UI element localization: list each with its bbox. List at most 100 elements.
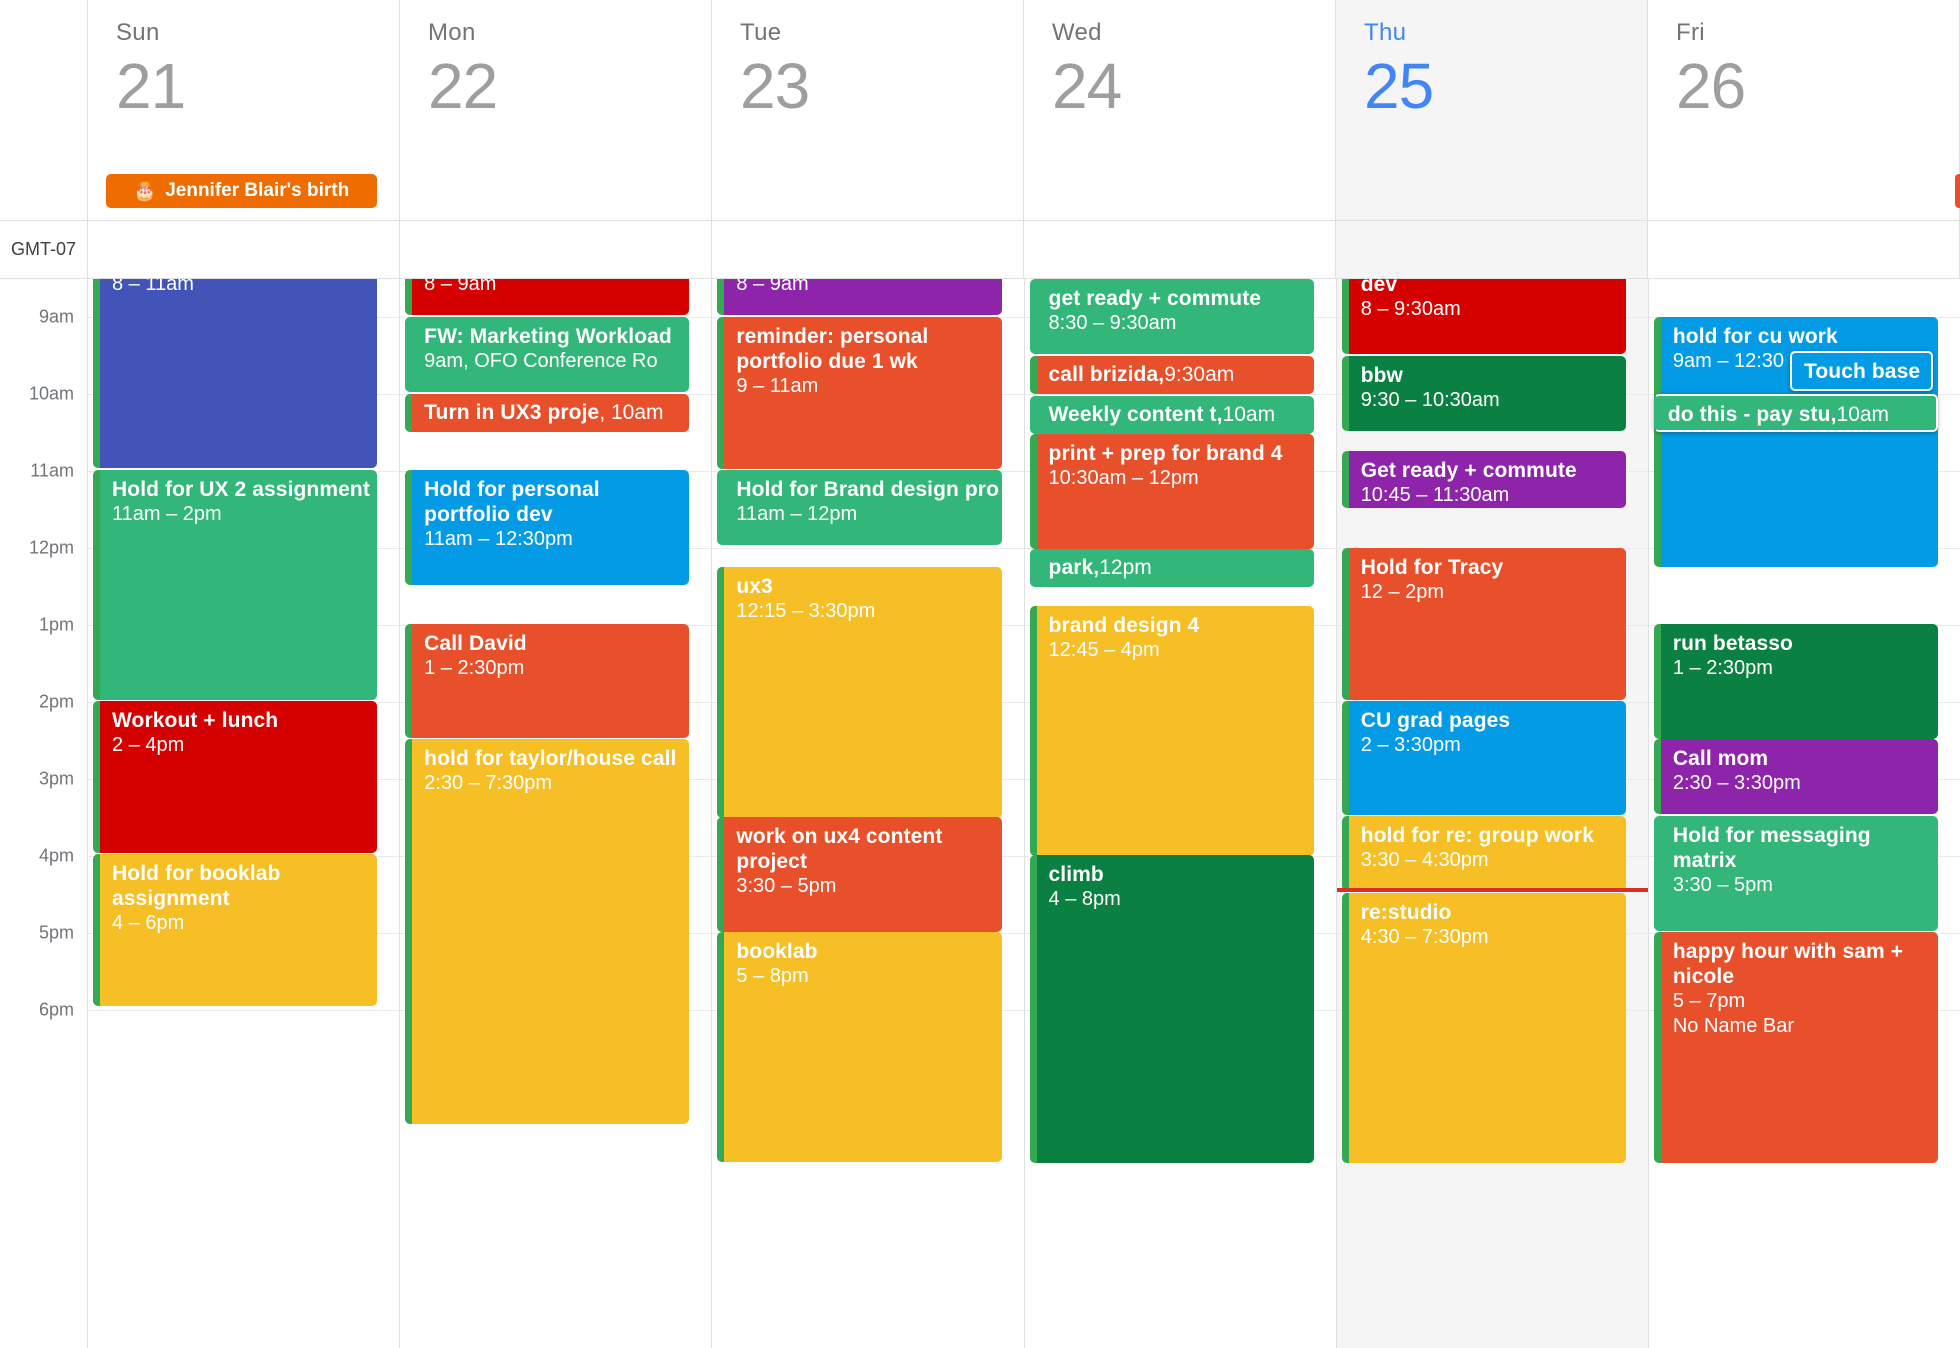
event-time: 10am bbox=[611, 401, 664, 424]
event-time: 2 – 3:30pm bbox=[1360, 734, 1461, 756]
event-block[interactable]: Hold for workload manag 8 – 9am bbox=[717, 279, 1002, 315]
floating-event-touch-base[interactable]: Touch base bbox=[1790, 351, 1933, 391]
event-title: booklab bbox=[736, 940, 818, 963]
day-number[interactable]: 23 bbox=[740, 50, 1023, 122]
event-block[interactable]: Hold for messaging matrix 3:30 – 5pm bbox=[1653, 816, 1939, 931]
event-time: 10am bbox=[1222, 403, 1276, 426]
event-time: 8 – 9:30am bbox=[1360, 298, 1461, 320]
event-block[interactable]: hold for re: group work 3:30 – 4:30pm bbox=[1341, 816, 1626, 891]
event-block[interactable]: call brizida, 9:30am bbox=[1029, 356, 1314, 394]
event-block[interactable]: reminder: personal portfolio due 1 wk 9 … bbox=[717, 317, 1002, 469]
event-title: reminder: personal portfolio due 1 wk bbox=[736, 325, 929, 373]
day-column-tue[interactable]: Hold for workload manag 8 – 9am reminder… bbox=[712, 279, 1025, 1348]
day-column-thu[interactable]: Hold for Leeds content dev 8 – 9:30am bb… bbox=[1336, 279, 1649, 1348]
event-block[interactable]: climb 4 – 8pm bbox=[1029, 855, 1314, 1163]
event-block[interactable]: bbw 9:30 – 10:30am bbox=[1341, 356, 1626, 431]
day-columns: Hold for UX 1 assignemnt 8 – 11am Hold f… bbox=[88, 279, 1960, 1348]
day-column-mon[interactable]: Hold for messaging matr 8 – 9am FW: Mark… bbox=[400, 279, 713, 1348]
event-block[interactable]: FW: Marketing Workload 9am, OFO Conferen… bbox=[405, 317, 690, 392]
day-column-fri[interactable]: hold for cu work 9am – 12:30 do this - p… bbox=[1648, 279, 1960, 1348]
event-time: 2:30 – 7:30pm bbox=[424, 772, 553, 794]
event-block[interactable]: Call mom 2:30 – 3:30pm bbox=[1653, 739, 1939, 814]
day-number[interactable]: 26 bbox=[1676, 50, 1959, 122]
time-label: 10am bbox=[28, 383, 74, 404]
day-header-thu[interactable]: Thu 25 bbox=[1336, 0, 1648, 221]
event-block[interactable]: Hold for booklab assignment 4 – 6pm bbox=[93, 854, 378, 1006]
allday-slot-thu[interactable] bbox=[1336, 221, 1648, 279]
day-column-sun[interactable]: Hold for UX 1 assignemnt 8 – 11am Hold f… bbox=[88, 279, 401, 1348]
day-header-sun[interactable]: Sun 21 🎂 Jennifer Blair's birth bbox=[88, 0, 400, 221]
allday-slot-wed[interactable] bbox=[1024, 221, 1336, 279]
event-block[interactable]: hold for taylor/house call 2:30 – 7:30pm bbox=[405, 739, 690, 1124]
day-header-wed[interactable]: Wed 24 bbox=[1024, 0, 1336, 221]
day-number[interactable]: 22 bbox=[428, 50, 711, 122]
day-number[interactable]: 25 bbox=[1364, 50, 1647, 122]
event-block[interactable]: Call David 1 – 2:30pm bbox=[405, 624, 690, 738]
event-block[interactable]: ux3 12:15 – 3:30pm bbox=[717, 567, 1002, 818]
header-gutter bbox=[0, 0, 88, 221]
event-title: work on ux4 content project bbox=[736, 825, 943, 873]
day-header-mon[interactable]: Mon 22 bbox=[400, 0, 712, 221]
event-time: 9 – 11am bbox=[736, 375, 819, 397]
day-of-week-label: Wed bbox=[1052, 19, 1102, 46]
event-block[interactable]: happy hour with sam + nicole 5 – 7pm No … bbox=[1653, 932, 1939, 1163]
event-block[interactable]: Hold for Tracy 12 – 2pm bbox=[1341, 548, 1626, 700]
day-number[interactable]: 21 bbox=[116, 50, 399, 122]
event-block[interactable]: re:studio 4:30 – 7:30pm bbox=[1341, 893, 1626, 1163]
timezone-label: GMT-07 bbox=[0, 221, 88, 279]
event-block[interactable]: do this - pay stu, 10am bbox=[1653, 394, 1939, 432]
day-of-week-label: Fri bbox=[1676, 19, 1705, 46]
event-time: 9am, OFO Conference Ro bbox=[424, 350, 658, 372]
week-header: Sun 21 🎂 Jennifer Blair's birth Mon 22 T… bbox=[0, 0, 1960, 221]
event-title: Hold for booklab assignment bbox=[112, 862, 281, 910]
event-block[interactable]: Get ready + commute 10:45 – 11:30am bbox=[1341, 451, 1626, 508]
event-block[interactable]: Hold for personal portfolio dev 11am – 1… bbox=[405, 470, 690, 585]
allday-slot-mon[interactable] bbox=[400, 221, 712, 279]
event-block[interactable]: Hold for messaging matr 8 – 9am bbox=[405, 279, 690, 315]
current-time-indicator bbox=[1336, 888, 1648, 892]
event-title: FW: Marketing Workload bbox=[424, 325, 672, 348]
event-block[interactable]: Hold for Leeds content dev 8 – 9:30am bbox=[1341, 279, 1626, 354]
day-column-wed[interactable]: get ready + commute 8:30 – 9:30am call b… bbox=[1024, 279, 1337, 1348]
event-block[interactable]: work on ux4 content project 3:30 – 5pm bbox=[717, 817, 1002, 932]
event-block[interactable]: Weekly content t, 10am bbox=[1029, 396, 1314, 434]
event-block[interactable]: Hold for Brand design pro 11am – 12pm bbox=[717, 470, 1002, 545]
event-block[interactable]: Hold for UX 1 assignemnt 8 – 11am bbox=[93, 279, 378, 468]
event-block[interactable]: run betasso 1 – 2:30pm bbox=[1653, 624, 1939, 739]
allday-slot-sun[interactable] bbox=[88, 221, 400, 279]
event-time: 10:45 – 11:30am bbox=[1360, 484, 1510, 506]
event-title: brand design 4 bbox=[1048, 614, 1200, 637]
allday-slot-fri[interactable] bbox=[1648, 221, 1960, 279]
allday-slot-tue[interactable] bbox=[712, 221, 1024, 279]
event-block[interactable]: Workout + lunch 2 – 4pm bbox=[93, 701, 378, 853]
event-time: 3:30 – 5pm bbox=[1672, 874, 1773, 896]
day-header-fri[interactable]: Fri 26 bbox=[1648, 0, 1960, 221]
event-block[interactable]: booklab 5 – 8pm bbox=[717, 932, 1002, 1162]
all-day-event-birthday[interactable]: 🎂 Jennifer Blair's birth bbox=[106, 174, 377, 208]
time-label: 4pm bbox=[38, 845, 74, 866]
event-time: 10:30am – 12pm bbox=[1048, 467, 1199, 489]
event-block[interactable]: Hold for UX 2 assignment 11am – 2pm bbox=[93, 470, 378, 700]
event-block[interactable]: park, 12pm bbox=[1029, 549, 1314, 587]
event-time: 11am – 2pm bbox=[112, 503, 222, 525]
all-day-event-label: Jennifer Blair's birth bbox=[165, 180, 350, 201]
event-title: Hold for messaging matrix bbox=[1672, 824, 1871, 872]
event-time: 5 – 7pm bbox=[1672, 990, 1746, 1012]
all-day-overflow-stub[interactable] bbox=[1955, 174, 1960, 208]
event-time: 10am bbox=[1836, 403, 1890, 426]
day-of-week-label: Sun bbox=[116, 19, 160, 46]
event-block[interactable]: print + prep for brand 4 10:30am – 12pm bbox=[1029, 434, 1314, 549]
event-title: Touch base bbox=[1804, 360, 1921, 383]
event-block[interactable]: brand design 4 12:45 – 4pm bbox=[1029, 606, 1314, 856]
event-title: Weekly content t, bbox=[1048, 403, 1223, 426]
event-time: 8 – 11am bbox=[112, 279, 194, 295]
event-block[interactable]: get ready + commute 8:30 – 9:30am bbox=[1029, 279, 1314, 354]
event-block[interactable]: Turn in UX3 proje, 10am bbox=[405, 394, 690, 432]
day-of-week-label: Tue bbox=[740, 19, 782, 46]
event-title: print + prep for brand 4 bbox=[1048, 442, 1283, 465]
event-block[interactable]: CU grad pages 2 – 3:30pm bbox=[1341, 701, 1626, 815]
day-header-tue[interactable]: Tue 23 bbox=[712, 0, 1024, 221]
day-number[interactable]: 24 bbox=[1052, 50, 1335, 122]
event-title: Hold for Tracy bbox=[1360, 556, 1504, 579]
event-title: run betasso bbox=[1672, 632, 1793, 655]
